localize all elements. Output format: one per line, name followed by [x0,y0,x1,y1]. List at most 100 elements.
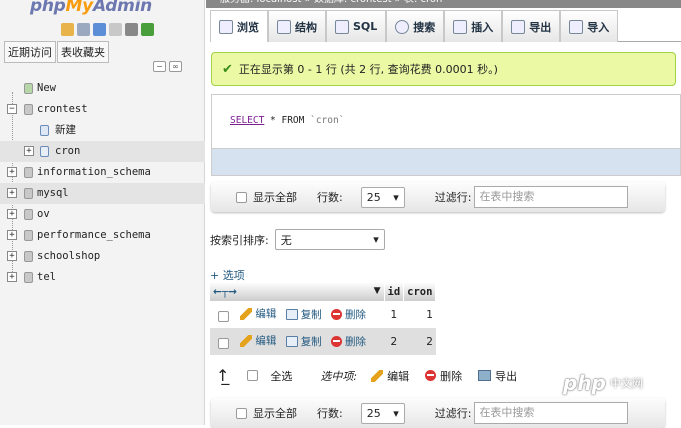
tree-item-performance-schema[interactable]: + performance_schema [0,225,205,246]
delete-icon [425,370,437,381]
quick-links [61,23,154,36]
expand-icon[interactable]: + [7,188,17,198]
tab-label: 导入 [587,20,610,34]
database-tree: New − crontest 新建 + cron + information_s… [0,78,205,288]
check-icon: ✔ [222,61,233,77]
breadcrumb[interactable]: 服务器: localhost » 数据库: crontest » 表: cron [206,0,681,8]
tab-favorites[interactable]: 表收藏夹 [57,41,109,63]
tab-label: 导出 [529,20,552,34]
phpmyadmin-logo[interactable]: phpMyAdmin [30,0,152,16]
delete-button[interactable]: 删除 [331,307,366,322]
rows-value: 25 [366,406,381,420]
sort-label: 按索引排序: [210,233,269,247]
tab-browse[interactable]: 浏览 [210,10,268,42]
tree-item-cron[interactable]: + cron [0,141,205,162]
tab-import[interactable]: 导入 [560,10,619,42]
expand-icon[interactable]: + [7,230,17,240]
bulk-export-button[interactable]: 导出 [478,368,517,384]
sql-keyword[interactable]: SELECT [230,115,264,126]
copy-button[interactable]: 复制 [285,307,322,322]
database-icon [24,251,33,262]
tree-item-new[interactable]: New [0,78,205,99]
tab-search[interactable]: 搜索 [386,10,445,42]
cell-id[interactable]: 1 [384,301,404,328]
row-actions: 编辑 复制 删除 [210,328,384,355]
cell-id[interactable]: 2 [384,328,404,355]
nav-tabs: 近期访问 表收藏夹 [4,41,110,63]
expand-icon[interactable]: + [7,167,17,177]
delete-button[interactable]: 删除 [331,334,366,349]
cell-cron[interactable]: 2 [403,328,436,355]
tree-item-label: information_schema [37,166,151,178]
sort-select[interactable]: 无 ▾ [274,229,385,250]
column-header-id[interactable]: id [384,282,405,301]
expand-icon[interactable]: + [7,272,17,282]
tab-label: 搜索 [413,20,436,34]
tab-sql[interactable]: SQL [326,10,387,42]
tree-item-tel[interactable]: + tel [0,267,205,288]
show-all-checkbox[interactable] [236,407,247,419]
docs-icon[interactable] [109,23,122,36]
bulk-edit-button[interactable]: 编辑 [371,368,409,384]
copy-button[interactable]: 复制 [285,334,322,349]
tab-structure[interactable]: 结构 [268,10,326,42]
sort-value: 无 [280,233,292,247]
collapse-icon[interactable]: − [7,104,17,114]
logout-icon[interactable] [77,23,90,36]
edit-button[interactable]: 编辑 [240,333,276,348]
table-icon [40,146,49,157]
tab-insert[interactable]: 插入 [444,10,503,42]
cell-cron[interactable]: 1 [403,301,436,328]
rows-select[interactable]: 25 ▾ [360,402,405,424]
tab-recent[interactable]: 近期访问 [4,41,56,63]
pencil-icon [240,334,253,347]
filter-input[interactable]: 在表中搜索 [474,186,629,208]
filter-input[interactable]: 在表中搜索 [474,402,629,424]
show-all-checkbox[interactable] [236,191,247,203]
bulk-delete-button[interactable]: 删除 [425,368,462,384]
settings-icon[interactable] [125,23,138,36]
tree-item-schoolshop[interactable]: + schoolshop [0,246,205,267]
expand-icon[interactable]: + [7,251,17,261]
database-icon [24,272,33,283]
home-icon[interactable] [61,23,74,36]
expand-icon[interactable]: + [7,209,17,219]
sort-arrow-icon[interactable]: ▼ [374,286,381,296]
row-checkbox[interactable] [218,311,229,323]
bulk-delete-label: 删除 [440,369,463,383]
sql-footer [211,148,681,176]
tree-item-new-table[interactable]: 新建 [0,120,205,141]
delete-label: 删除 [345,308,367,321]
help-icon[interactable] [93,23,106,36]
tab-export[interactable]: 导出 [502,10,561,42]
link-icon[interactable]: ∞ [169,61,182,72]
collapse-all-icon[interactable]: − [153,61,166,72]
resize-arrows-icon[interactable]: ←┬→ [213,286,237,298]
select-all-label[interactable]: 全选 [270,368,292,384]
select-all-checkbox[interactable] [247,370,259,381]
options-link[interactable]: + 选项 [210,267,245,283]
main-panel: 服务器: localhost » 数据库: crontest » 表: cron… [206,0,681,428]
chevron-down-icon: ▾ [373,233,379,246]
row-checkbox[interactable] [218,338,229,350]
filter-label: 过滤行: [434,407,472,420]
tree-controls: − ∞ [153,61,182,72]
results-table: ←┬→ ▼ id cron 编辑 复制 删除 1 1 编辑 复制 删除 2 2 [210,282,437,355]
tree-item-mysql[interactable]: + mysql [0,183,205,204]
message-text: 正在显示第 0 - 1 行 (共 2 行, 查询花费 0.0001 秒。) [238,63,498,76]
rows-select[interactable]: 25 ▾ [360,186,405,208]
tree-item-label: tel [37,271,56,283]
tree-item-crontest[interactable]: − crontest [0,99,205,120]
edit-label: 编辑 [255,335,277,348]
column-header-cron[interactable]: cron [403,282,437,301]
expand-icon[interactable]: + [24,146,34,156]
filter-label: 过滤行: [434,191,472,204]
edit-button[interactable]: 编辑 [240,306,276,321]
reload-icon[interactable] [141,23,154,36]
tree-item-ov[interactable]: + ov [0,204,205,225]
sql-table: `cron` [310,115,345,126]
tree-item-label: New [37,82,56,94]
search-icon [395,19,410,34]
tree-item-information-schema[interactable]: + information_schema [0,162,205,183]
row-actions: 编辑 复制 删除 [210,301,384,328]
